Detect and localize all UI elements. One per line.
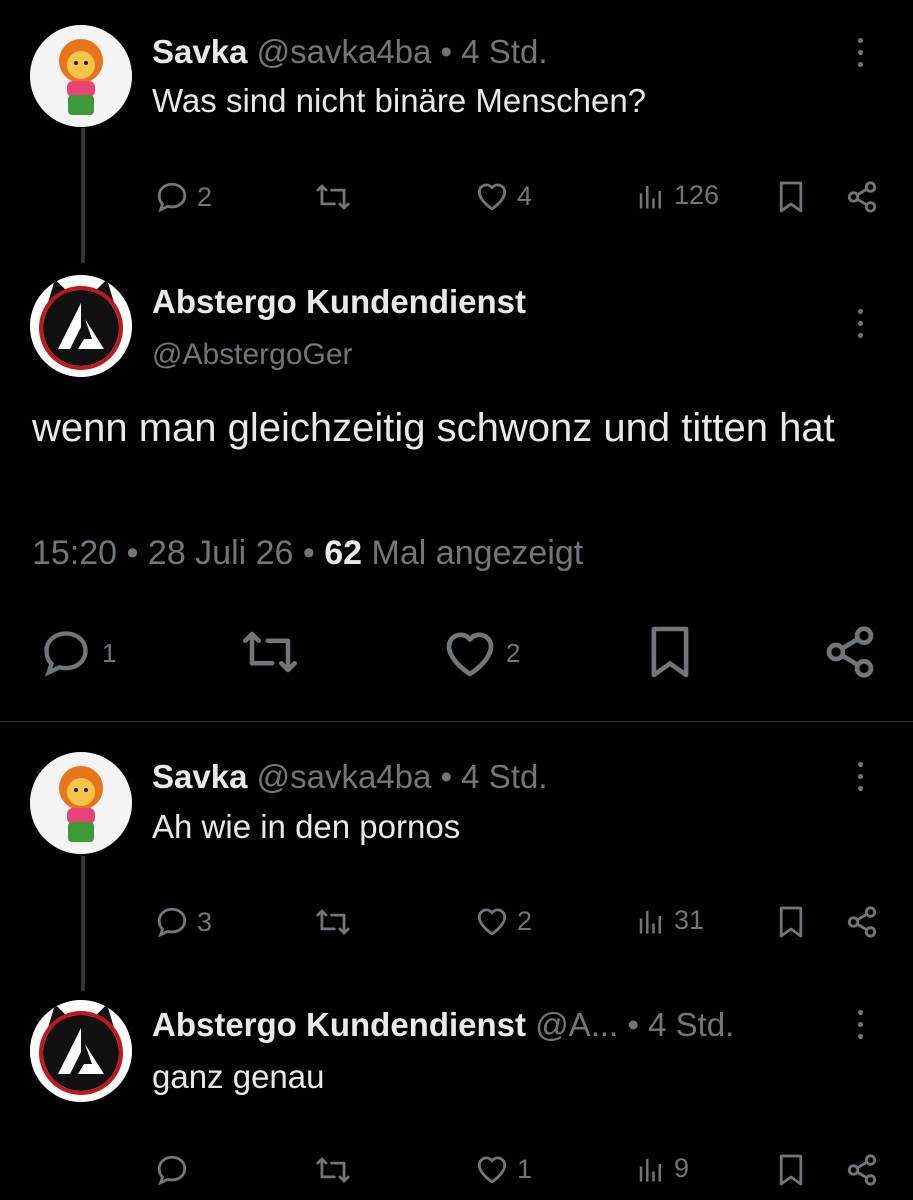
display-name[interactable]: Abstergo Kundendienst xyxy=(152,283,526,320)
bookmark-button[interactable] xyxy=(777,180,805,214)
share-icon xyxy=(847,1154,877,1186)
tweet-meta: 15:20 • 28 Juli 26 • 62 Mal angezeigt xyxy=(32,533,583,573)
timestamp[interactable]: 4 Std. xyxy=(461,33,547,70)
divider xyxy=(0,721,913,722)
bookmark-icon xyxy=(651,626,689,678)
like-count: 4 xyxy=(517,180,533,211)
share-icon xyxy=(826,626,874,678)
thread-line xyxy=(81,856,85,991)
retweet-button[interactable] xyxy=(315,180,351,214)
reply-button[interactable]: 2 xyxy=(155,180,212,214)
views-icon xyxy=(639,910,661,933)
retweet-button[interactable] xyxy=(315,905,351,939)
handle[interactable]: @savka4ba xyxy=(257,33,432,70)
share-icon xyxy=(847,181,877,213)
timestamp[interactable]: 4 Std. xyxy=(461,758,547,795)
heart-icon xyxy=(477,183,507,211)
retweet-icon xyxy=(316,184,350,210)
more-icon[interactable] xyxy=(858,762,866,791)
separator: • xyxy=(126,534,139,572)
display-name[interactable]: Savka xyxy=(152,33,247,70)
bookmark-button[interactable] xyxy=(777,1153,805,1187)
reply-icon xyxy=(157,1155,187,1186)
reply-button[interactable]: 3 xyxy=(155,905,212,939)
tweet-header: Savka @savka4ba • 4 Std. xyxy=(152,32,548,72)
separator: • xyxy=(627,1006,639,1043)
like-button[interactable]: 2 xyxy=(475,905,532,937)
share-icon xyxy=(847,906,877,938)
tweet-text: Ah wie in den pornos xyxy=(152,808,461,845)
like-count: 2 xyxy=(506,637,521,668)
reply-button[interactable]: 1 xyxy=(38,627,116,679)
reply-count: 1 xyxy=(102,637,117,668)
reply-count: 2 xyxy=(197,181,213,212)
bookmark-icon xyxy=(779,906,803,938)
heart-icon xyxy=(446,632,494,677)
like-count: 2 xyxy=(517,905,533,936)
avatar-abstergo[interactable] xyxy=(30,275,132,377)
reply-icon xyxy=(157,182,187,213)
tweet-text: ganz genau xyxy=(152,1058,325,1095)
views-button[interactable]: 9 xyxy=(636,1153,689,1184)
separator: • xyxy=(302,534,315,572)
heart-icon xyxy=(477,1156,507,1184)
tweet-date[interactable]: 28 Juli 26 xyxy=(148,534,294,572)
share-button[interactable] xyxy=(845,1153,879,1187)
view-label: Mal angezeigt xyxy=(371,534,584,572)
retweet-button[interactable] xyxy=(315,1153,351,1187)
retweet-icon xyxy=(316,1157,350,1183)
reply-count: 3 xyxy=(197,906,213,937)
share-button[interactable] xyxy=(845,180,879,214)
bookmark-button[interactable] xyxy=(777,905,805,939)
retweet-icon xyxy=(316,909,350,935)
like-count: 1 xyxy=(517,1153,533,1184)
avatar-abstergo[interactable] xyxy=(30,1000,132,1102)
reply-icon xyxy=(157,907,187,938)
avatar-savka[interactable] xyxy=(30,25,132,127)
handle[interactable]: @AbstergoGer xyxy=(152,335,353,375)
views-count: 31 xyxy=(674,905,705,935)
views-button[interactable]: 31 xyxy=(636,905,704,936)
display-name[interactable]: Abstergo Kundendienst xyxy=(152,1006,526,1043)
views-button[interactable]: 126 xyxy=(636,180,719,211)
separator: • xyxy=(440,33,453,70)
reply-icon xyxy=(44,631,88,677)
timestamp[interactable]: 4 Std. xyxy=(648,1006,734,1043)
views-count: 126 xyxy=(674,180,720,210)
tweet-text: Was sind nicht binäre Menschen? xyxy=(152,82,647,119)
view-count: 62 xyxy=(324,534,363,572)
tweet-header: Savka @savka4ba • 4 Std. xyxy=(152,757,548,797)
tweet-time[interactable]: 15:20 xyxy=(32,534,117,572)
separator: • xyxy=(440,758,453,795)
more-icon[interactable] xyxy=(858,38,866,67)
thread-line xyxy=(81,128,85,263)
heart-icon xyxy=(477,908,507,936)
like-button[interactable]: 4 xyxy=(475,180,532,212)
retweet-icon xyxy=(243,631,297,673)
share-button[interactable] xyxy=(845,905,879,939)
more-icon[interactable] xyxy=(858,1010,866,1039)
handle[interactable]: @A... xyxy=(535,1006,618,1043)
tweet-header: Abstergo Kundendienst @A... • 4 Std. xyxy=(152,1005,734,1045)
tweet-text: wenn man gleichzeitig schwonz und titten… xyxy=(32,406,835,450)
views-count: 9 xyxy=(674,1153,690,1183)
bookmark-icon xyxy=(779,181,803,213)
more-icon[interactable] xyxy=(858,309,866,338)
views-icon xyxy=(639,185,661,208)
bookmark-button[interactable] xyxy=(647,624,693,680)
display-name[interactable]: Savka xyxy=(152,758,247,795)
share-button[interactable] xyxy=(822,624,878,680)
views-icon xyxy=(639,1158,661,1181)
author-name-row: Abstergo Kundendienst xyxy=(152,282,526,322)
bookmark-icon xyxy=(779,1154,803,1186)
handle[interactable]: @savka4ba xyxy=(257,758,432,795)
like-button[interactable]: 1 xyxy=(475,1153,532,1185)
reply-button[interactable] xyxy=(155,1153,189,1187)
like-button[interactable]: 2 xyxy=(442,627,520,679)
retweet-button[interactable] xyxy=(240,625,300,679)
avatar-savka[interactable] xyxy=(30,752,132,854)
